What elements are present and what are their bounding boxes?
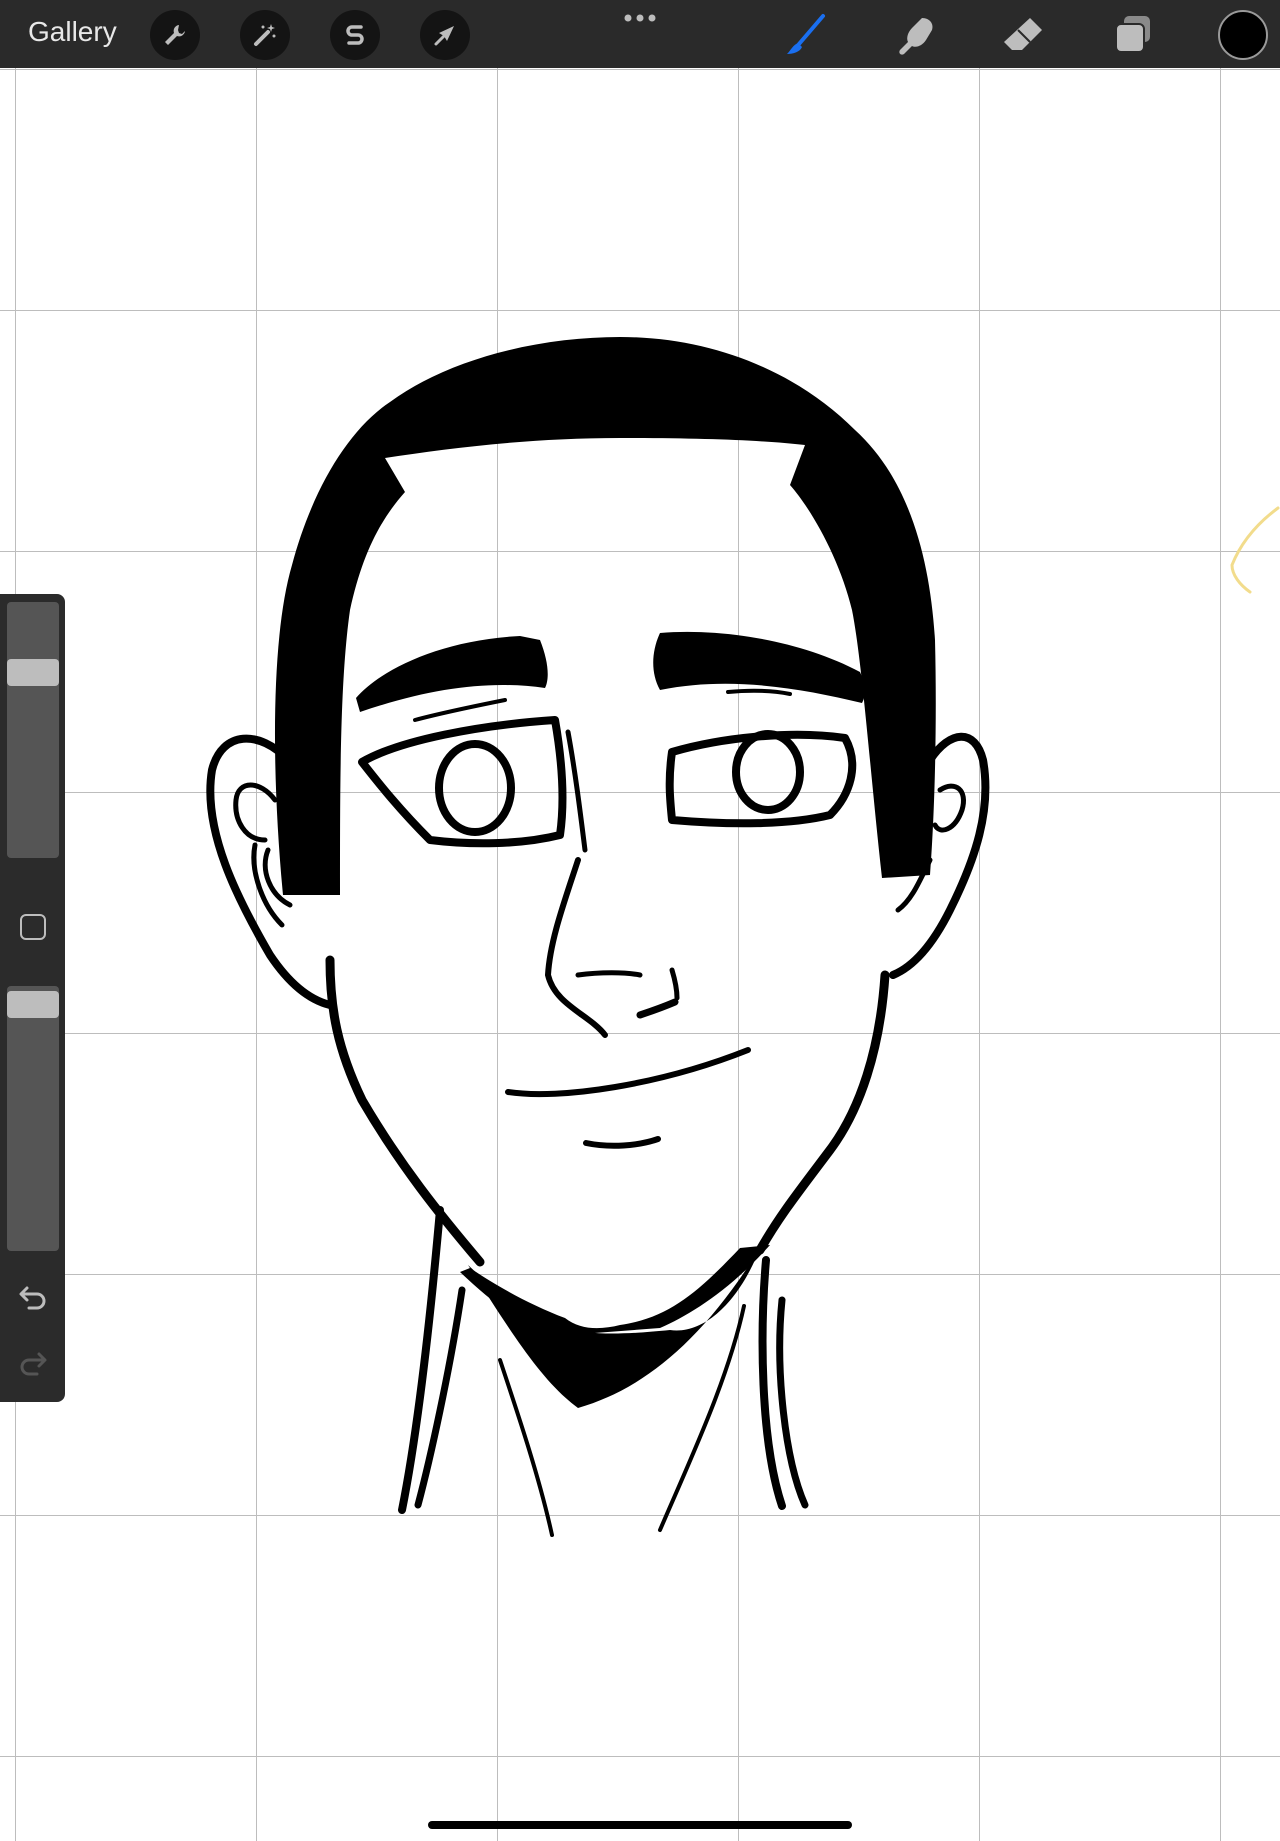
magic-wand-icon	[254, 24, 276, 46]
layers-icon	[1115, 16, 1150, 53]
gallery-button[interactable]: Gallery	[28, 16, 117, 48]
left-sidebar	[0, 594, 65, 1402]
opacity-slider[interactable]	[7, 986, 59, 1251]
eraser-icon	[1004, 18, 1042, 50]
arrow-cursor-icon	[434, 26, 454, 46]
smudge-finger-icon	[899, 18, 933, 55]
adjustments-button[interactable]	[240, 10, 290, 60]
actions-button[interactable]	[150, 10, 200, 60]
face-line-art	[206, 337, 1280, 1537]
wrench-icon	[165, 25, 185, 45]
brush-tool-button[interactable]	[781, 10, 831, 60]
drawing-canvas[interactable]	[0, 68, 1280, 1841]
eraser-tool-button[interactable]	[998, 10, 1048, 60]
brush-size-thumb[interactable]	[7, 659, 59, 686]
brush-icon	[787, 14, 825, 54]
brush-size-slider[interactable]	[7, 602, 59, 858]
procreate-app: Gallery	[0, 0, 1280, 1841]
square-modify-icon[interactable]	[20, 914, 46, 940]
transform-button[interactable]	[420, 10, 470, 60]
smudge-tool-button[interactable]	[890, 10, 940, 60]
opacity-thumb[interactable]	[7, 991, 59, 1018]
undo-arrow-icon[interactable]	[17, 1280, 49, 1312]
home-indicator	[428, 1821, 852, 1829]
layers-button[interactable]	[1108, 10, 1158, 60]
top-toolbar: Gallery	[0, 0, 1280, 68]
redo-arrow-icon[interactable]	[17, 1346, 49, 1378]
color-picker-button[interactable]	[1218, 10, 1268, 60]
selection-button[interactable]	[330, 10, 380, 60]
stray-yellow-stroke	[1230, 506, 1280, 594]
selection-s-icon	[346, 25, 364, 45]
more-dots-icon[interactable]	[622, 12, 658, 24]
